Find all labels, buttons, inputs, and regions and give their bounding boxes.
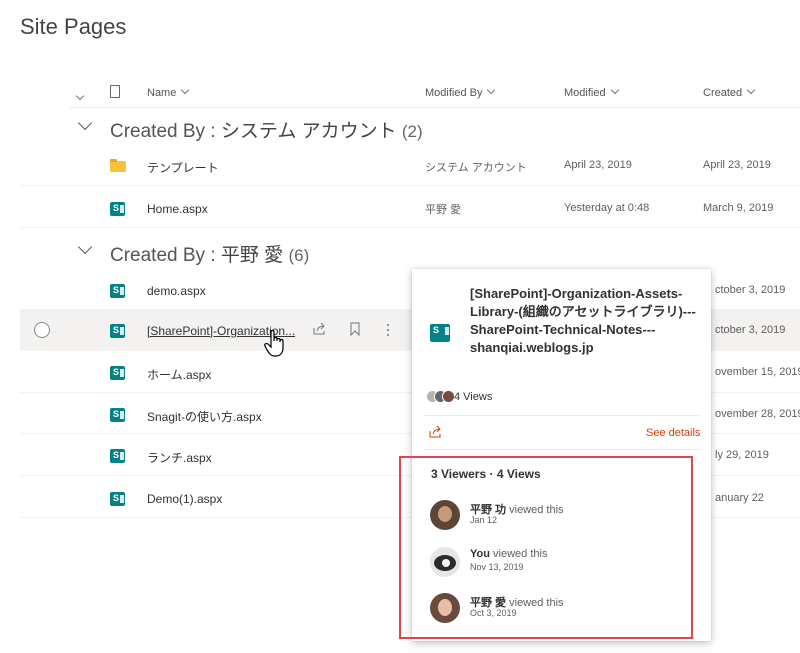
- chevron-down-icon: [77, 115, 93, 131]
- column-header-created[interactable]: Created: [703, 85, 756, 99]
- sharepoint-page-icon: [110, 492, 125, 506]
- chevron-down-icon: [746, 85, 756, 95]
- sharepoint-page-icon: [110, 408, 125, 422]
- chevron-down-icon: [610, 85, 619, 95]
- highlight-annotation: [399, 456, 693, 639]
- hover-card-title[interactable]: [SharePoint]-Organization-Assets-Library…: [470, 285, 702, 357]
- modified-by: システム アカウント: [425, 162, 527, 174]
- group-collapse-toggle[interactable]: [77, 115, 94, 134]
- chevron-down-icon: [75, 91, 85, 101]
- share-icon[interactable]: [428, 425, 442, 439]
- file-name[interactable]: Snagit-の使い方.aspx: [147, 408, 262, 425]
- created-date: March 9, 2019: [703, 202, 774, 214]
- file-name[interactable]: Home.aspx: [147, 202, 208, 216]
- collapse-all-toggle[interactable]: [75, 86, 91, 101]
- see-details-link[interactable]: See details: [646, 427, 700, 439]
- row-select-radio[interactable]: [34, 322, 50, 338]
- list-item[interactable]: テンプレート システム アカウント April 23, 2019 April 2…: [20, 145, 800, 186]
- file-name[interactable]: ランチ.aspx: [147, 449, 212, 466]
- created-date: ovember 15, 2019: [715, 366, 800, 378]
- created-date: ctober 3, 2019: [715, 284, 786, 296]
- sharepoint-page-icon: [110, 202, 125, 216]
- chevron-down-icon: [181, 85, 190, 95]
- more-options-icon[interactable]: [386, 323, 390, 337]
- created-date: ctober 3, 2019: [715, 324, 786, 336]
- column-header-modified[interactable]: Modified: [564, 85, 619, 99]
- modified-date: Yesterday at 0:48: [564, 202, 650, 214]
- file-type-header-icon[interactable]: [110, 85, 120, 98]
- chevron-down-icon: [487, 85, 496, 95]
- share-icon[interactable]: [312, 322, 326, 336]
- file-name[interactable]: ホーム.aspx: [147, 366, 211, 383]
- group-header: Created By : システム アカウント (2): [110, 121, 423, 142]
- created-date: anuary 22: [715, 492, 764, 504]
- sharepoint-page-icon: [110, 284, 125, 298]
- group-collapse-toggle[interactable]: [77, 239, 94, 258]
- column-header-modified-by[interactable]: Modified By: [425, 85, 496, 99]
- list-item[interactable]: Home.aspx 平野 愛 Yesterday at 0:48 March 9…: [20, 187, 800, 228]
- group-header: Created By : 平野 愛 (6): [110, 245, 310, 266]
- file-name[interactable]: Demo(1).aspx: [147, 492, 222, 506]
- sharepoint-page-icon: [110, 366, 125, 380]
- modified-by: 平野 愛: [425, 204, 462, 216]
- sharepoint-page-icon: [110, 324, 125, 338]
- sharepoint-page-icon: [110, 449, 125, 463]
- divider: [424, 415, 700, 416]
- page-title: Site Pages: [20, 14, 127, 39]
- divider: [424, 449, 700, 450]
- file-name[interactable]: demo.aspx: [147, 284, 206, 298]
- sharepoint-page-icon: [430, 324, 450, 342]
- created-date: ovember 28, 2019: [715, 408, 800, 420]
- modified-date: April 23, 2019: [564, 159, 632, 171]
- header-divider: [70, 107, 800, 108]
- hand-cursor-icon: [264, 329, 290, 359]
- file-name[interactable]: テンプレート: [147, 159, 219, 176]
- created-date: ly 29, 2019: [715, 449, 769, 461]
- views-count: 4 Views: [454, 391, 493, 403]
- column-header-name[interactable]: Name: [147, 85, 190, 99]
- chevron-down-icon: [77, 239, 93, 255]
- folder-icon: [110, 159, 126, 172]
- created-date: April 23, 2019: [703, 159, 771, 171]
- bookmark-icon[interactable]: [350, 322, 360, 337]
